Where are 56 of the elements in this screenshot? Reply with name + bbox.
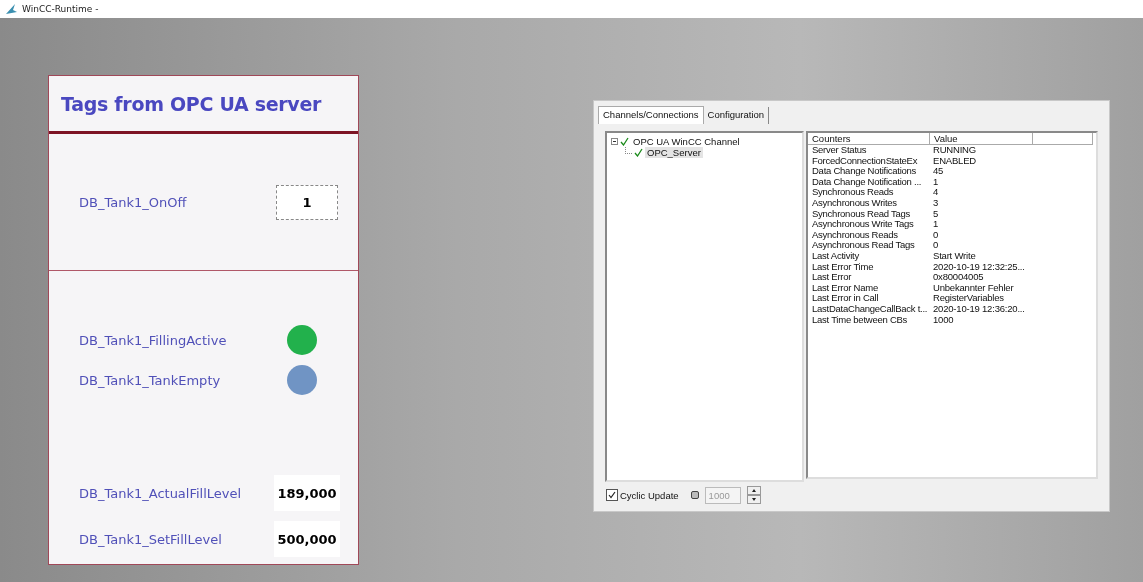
table-cell-text: 4 — [932, 187, 939, 198]
panel-title: Tags from OPC UA server — [61, 92, 322, 115]
tag-label: DB_Tank1_ActualFillLevel — [79, 485, 242, 501]
app-logo-icon — [6, 4, 17, 14]
table-cell-text: 2020-10-19 12:32:25... — [932, 261, 1025, 273]
table-cell-text: 0 — [932, 240, 939, 251]
tag-label: DB_Tank1_FillingActive — [79, 332, 227, 348]
table-cell-text: Synchronous Read Tags — [811, 208, 912, 220]
table-cell-text: Data Change Notifications — [811, 166, 918, 177]
table-cell-text: Asynchronous Writes — [811, 197, 898, 209]
checkbox-label: Cyclic Update — [620, 489, 679, 501]
value-field[interactable]: 1 — [276, 184, 338, 220]
table-cell-text: 45 — [932, 166, 944, 177]
column-header[interactable]: Value — [930, 133, 1033, 145]
table-cell-text: Last Error Time — [811, 261, 875, 273]
table-cell-text: Asynchronous Reads — [811, 229, 898, 241]
table-cell-text: Server Status — [811, 145, 868, 156]
table-cell-text: Last Error in Call — [811, 293, 880, 304]
table-cell-text: Asynchronous Read Tags — [811, 240, 916, 251]
spin-buttons-icon[interactable] — [746, 486, 761, 504]
tag-label: DB_Tank1_OnOff — [79, 194, 187, 210]
tag-label: DB_Tank1_TankEmpty — [79, 372, 221, 388]
table-cell-text: Last Activity — [811, 250, 859, 262]
collapse-icon[interactable] — [611, 138, 618, 145]
table-cell-text: ForcedConnectionStateEx — [811, 155, 919, 167]
table-cell-text: 1 — [932, 219, 939, 230]
table-cell-text: RUNNING — [932, 145, 976, 156]
tree-item[interactable]: OPC_Server — [645, 147, 703, 158]
table-cell-text: Asynchronous Write Tags — [811, 219, 915, 230]
table-cell-text: Synchronous Reads — [811, 187, 895, 198]
table-cell-text: 1 — [932, 176, 939, 188]
table-cell-text: 1000 — [932, 314, 954, 326]
table-cell-text: Last Error — [811, 272, 853, 283]
table-cell-text: Last Time between CBs — [811, 314, 908, 326]
column-header[interactable]: Counters — [808, 133, 930, 145]
tree-item[interactable]: OPC UA WinCC Channel — [631, 136, 742, 147]
tab[interactable]: Configuration — [703, 107, 770, 124]
value-display: 500,000 — [274, 521, 340, 557]
square-icon — [690, 491, 699, 499]
table-cell-text: 2020-10-19 12:36:20... — [932, 303, 1025, 315]
table-cell-text: 5 — [932, 208, 939, 220]
table-cell-text: Last Error Name — [811, 282, 879, 294]
table-cell-text: 0x80004005 — [932, 272, 984, 283]
tab[interactable]: Channels/Connections — [598, 106, 704, 124]
table-cell-text: 3 — [932, 197, 939, 209]
window-title: WinCC-Runtime - — [22, 4, 99, 14]
tag-label: DB_Tank1_SetFillLevel — [79, 531, 222, 547]
table-cell-text: RegisterVariables — [932, 293, 1004, 304]
value-display: 189,000 — [274, 475, 340, 511]
table-cell-text: 0 — [932, 229, 939, 241]
table-cell-text: LastDataChangeCallBack t... — [811, 303, 929, 315]
table-cell-text: Start Write — [932, 250, 976, 262]
table-cell-text: ENABLED — [932, 155, 976, 167]
checkbox[interactable] — [606, 489, 618, 501]
table-cell-text: Data Change Notification ... — [811, 176, 923, 188]
table-cell-text: Unbekannter Fehler — [932, 282, 1014, 294]
